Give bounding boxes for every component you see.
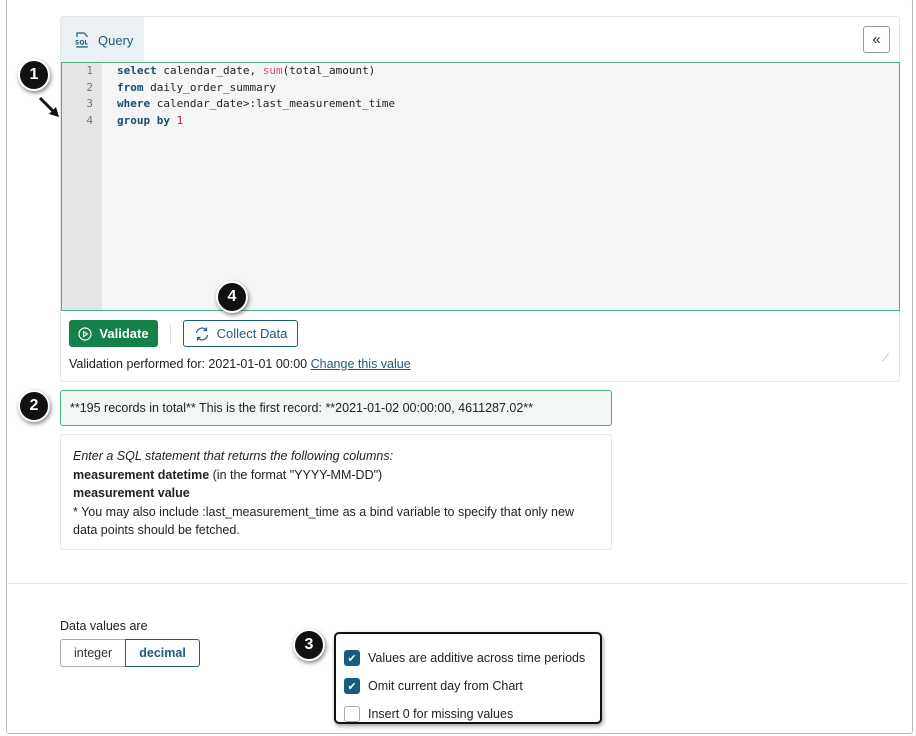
validation-text: Validation performed for: 2021-01-01 00:… xyxy=(69,357,308,371)
collect-data-button[interactable]: Collect Data xyxy=(183,320,298,347)
divider xyxy=(170,323,171,344)
query-card: SQL Query « 1 2 3 4 select calendar_date… xyxy=(60,16,900,382)
checkbox-omit-current-day[interactable]: ✔ Omit current day from Chart xyxy=(344,672,600,700)
collapse-button[interactable]: « xyxy=(863,26,890,53)
validation-result: **195 records in total** This is the fir… xyxy=(60,390,612,426)
line-number: 2 xyxy=(86,80,93,94)
line-number: 4 xyxy=(86,113,93,127)
code-line: group by 1 xyxy=(117,113,184,127)
checkbox-label: Insert 0 for missing values xyxy=(368,707,514,721)
validate-label: Validate xyxy=(99,326,149,341)
validate-button[interactable]: Validate xyxy=(69,320,158,347)
line-gutter: 1 2 3 4 xyxy=(62,63,102,310)
sql-file-icon: SQL xyxy=(75,32,88,48)
resize-handle-icon[interactable]: ⟋ xyxy=(882,353,889,364)
svg-text:SQL: SQL xyxy=(75,40,88,47)
code-line: from daily_order_summary xyxy=(117,80,276,94)
callout-2: 2 xyxy=(18,390,50,422)
checkbox-checked-icon[interactable]: ✔ xyxy=(344,678,360,694)
callout-4: 4 xyxy=(216,281,248,313)
play-circle-icon xyxy=(78,326,93,341)
integer-option[interactable]: integer xyxy=(60,639,126,667)
instructions-box: Enter a SQL statement that returns the f… xyxy=(60,434,612,550)
section-divider xyxy=(8,583,908,584)
instructions-intro: Enter a SQL statement that returns the f… xyxy=(73,449,394,463)
arrow-icon xyxy=(38,96,59,117)
collect-label: Collect Data xyxy=(216,326,288,341)
column-1-note: (in the format "YYYY-MM-DD") xyxy=(209,467,383,482)
callout-1: 1 xyxy=(18,59,50,91)
checkbox-unchecked-icon[interactable] xyxy=(344,706,360,722)
column-1-name: measurement datetime xyxy=(73,467,210,482)
column-2-name: measurement value xyxy=(73,486,190,500)
checkbox-insert-zero[interactable]: Insert 0 for missing values xyxy=(344,700,600,728)
code-line: where calendar_date>:last_measurement_ti… xyxy=(117,97,396,110)
decimal-option[interactable]: decimal xyxy=(125,639,200,667)
tab-label: Query xyxy=(98,32,134,48)
options-checkbox-group: ✔ Values are additive across time periods… xyxy=(334,632,602,724)
code-line: select calendar_date, sum(total_amount) xyxy=(117,64,376,77)
checkbox-checked-icon[interactable]: ✔ xyxy=(344,650,360,666)
checkbox-label: Omit current day from Chart xyxy=(368,679,523,693)
data-type-toggle: integer decimal xyxy=(60,639,200,667)
checkbox-additive[interactable]: ✔ Values are additive across time periods xyxy=(344,644,600,672)
code-lines: select calendar_date, sum(total_amount)f… xyxy=(117,63,395,129)
sql-editor[interactable]: 1 2 3 4 select calendar_date, sum(total_… xyxy=(61,62,900,311)
tab-query[interactable]: SQL Query xyxy=(61,17,144,63)
bind-variable-note: * You may also include :last_measurement… xyxy=(73,504,574,538)
refresh-icon xyxy=(195,327,208,340)
validation-info: Validation performed for: 2021-01-01 00:… xyxy=(69,357,411,371)
checkbox-label: Values are additive across time periods xyxy=(368,651,586,665)
line-number: 3 xyxy=(86,97,93,110)
data-values-label: Data values are xyxy=(60,619,148,633)
line-number: 1 xyxy=(86,64,93,77)
callout-3: 3 xyxy=(293,629,325,661)
change-value-link[interactable]: Change this value xyxy=(311,357,411,371)
